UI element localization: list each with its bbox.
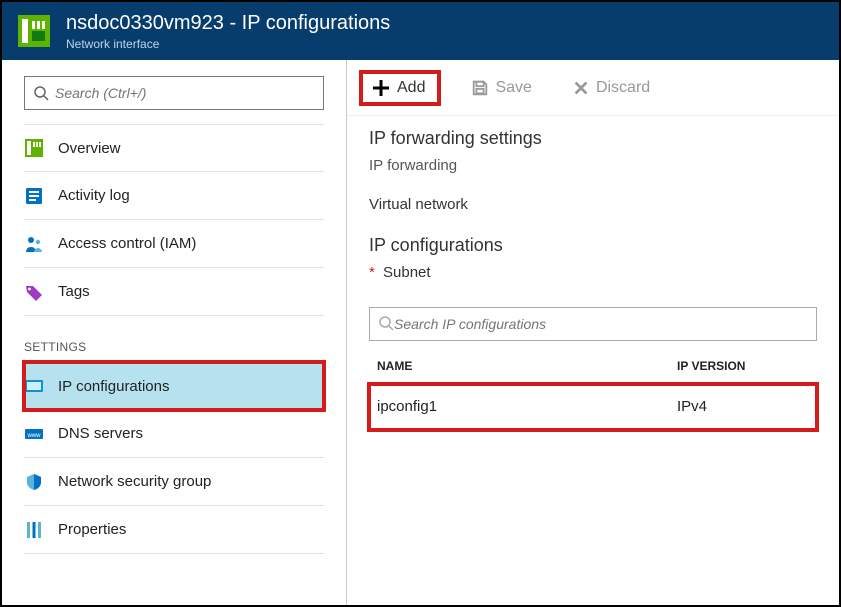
shield-icon [24,472,44,492]
search-icon [33,85,49,101]
ip-configurations-icon [24,376,44,396]
ipconfig-table-header: NAME IP VERSION [369,349,817,384]
tag-icon [24,282,44,302]
ipconfig-version: IPv4 [677,398,809,415]
properties-icon [24,520,44,540]
sidebar-item-properties[interactable]: Properties [24,506,324,554]
ip-forwarding-label: IP forwarding [369,157,817,174]
subnet-label: Subnet [383,264,431,281]
activity-log-icon [24,186,44,206]
sidebar-item-label: Access control (IAM) [58,235,196,252]
sidebar-item-access-control[interactable]: Access control (IAM) [24,220,324,268]
discard-icon [572,79,590,97]
dns-icon: www [24,424,44,444]
sidebar-item-label: Activity log [58,187,130,204]
column-header-ip-version: IP VERSION [677,359,809,373]
save-icon [471,79,489,97]
search-icon [378,315,394,334]
toolbar: Add Save Discard [347,60,839,116]
sidebar-item-label: DNS servers [58,425,143,442]
page-title: nsdoc0330vm923 - IP configurations [66,12,390,35]
column-header-name: NAME [377,359,677,373]
network-interface-icon [24,138,44,158]
content-pane: Add Save Discard IP forwarding settings … [347,60,839,605]
sidebar-item-label: Network security group [58,473,211,490]
network-interface-icon [16,13,52,49]
sidebar-item-label: Properties [58,521,126,538]
required-asterisk: * [369,264,375,281]
sidebar-item-activity-log[interactable]: Activity log [24,172,324,220]
ipconfig-search[interactable] [369,307,817,341]
save-label: Save [495,79,531,97]
ipconfig-row[interactable]: ipconfig1IPv4 [369,384,817,430]
sidebar-item-overview[interactable]: Overview [24,124,324,172]
discard-button[interactable]: Discard [562,73,660,103]
ipconfig-search-input[interactable] [394,316,808,332]
ipconfig-name: ipconfig1 [377,398,677,415]
settings-section-label: SETTINGS [2,316,346,362]
blade-header: nsdoc0330vm923 - IP configurations Netwo… [2,2,839,60]
save-button[interactable]: Save [461,73,541,103]
svg-text:www: www [27,433,42,439]
plus-icon [371,78,391,98]
sidebar-item-label: Overview [58,140,121,157]
sidebar: Overview Activity log Access control (IA… [2,60,347,605]
add-button[interactable]: Add [359,70,441,106]
sidebar-search-input[interactable] [55,85,315,101]
page-subtitle: Network interface [66,37,390,51]
sidebar-item-dns-servers[interactable]: www DNS servers [24,410,324,458]
sidebar-item-tags[interactable]: Tags [24,268,324,316]
add-label: Add [397,79,425,97]
access-control-icon [24,234,44,254]
virtual-network-label: Virtual network [369,196,817,213]
sidebar-item-network-security-group[interactable]: Network security group [24,458,324,506]
sidebar-item-label: Tags [58,283,90,300]
sidebar-item-ip-configurations[interactable]: IP configurations [24,362,324,410]
ip-configurations-heading: IP configurations [369,235,817,256]
discard-label: Discard [596,79,650,97]
sidebar-search[interactable] [24,76,324,110]
sidebar-item-label: IP configurations [58,378,169,395]
ip-forwarding-heading: IP forwarding settings [369,128,817,149]
